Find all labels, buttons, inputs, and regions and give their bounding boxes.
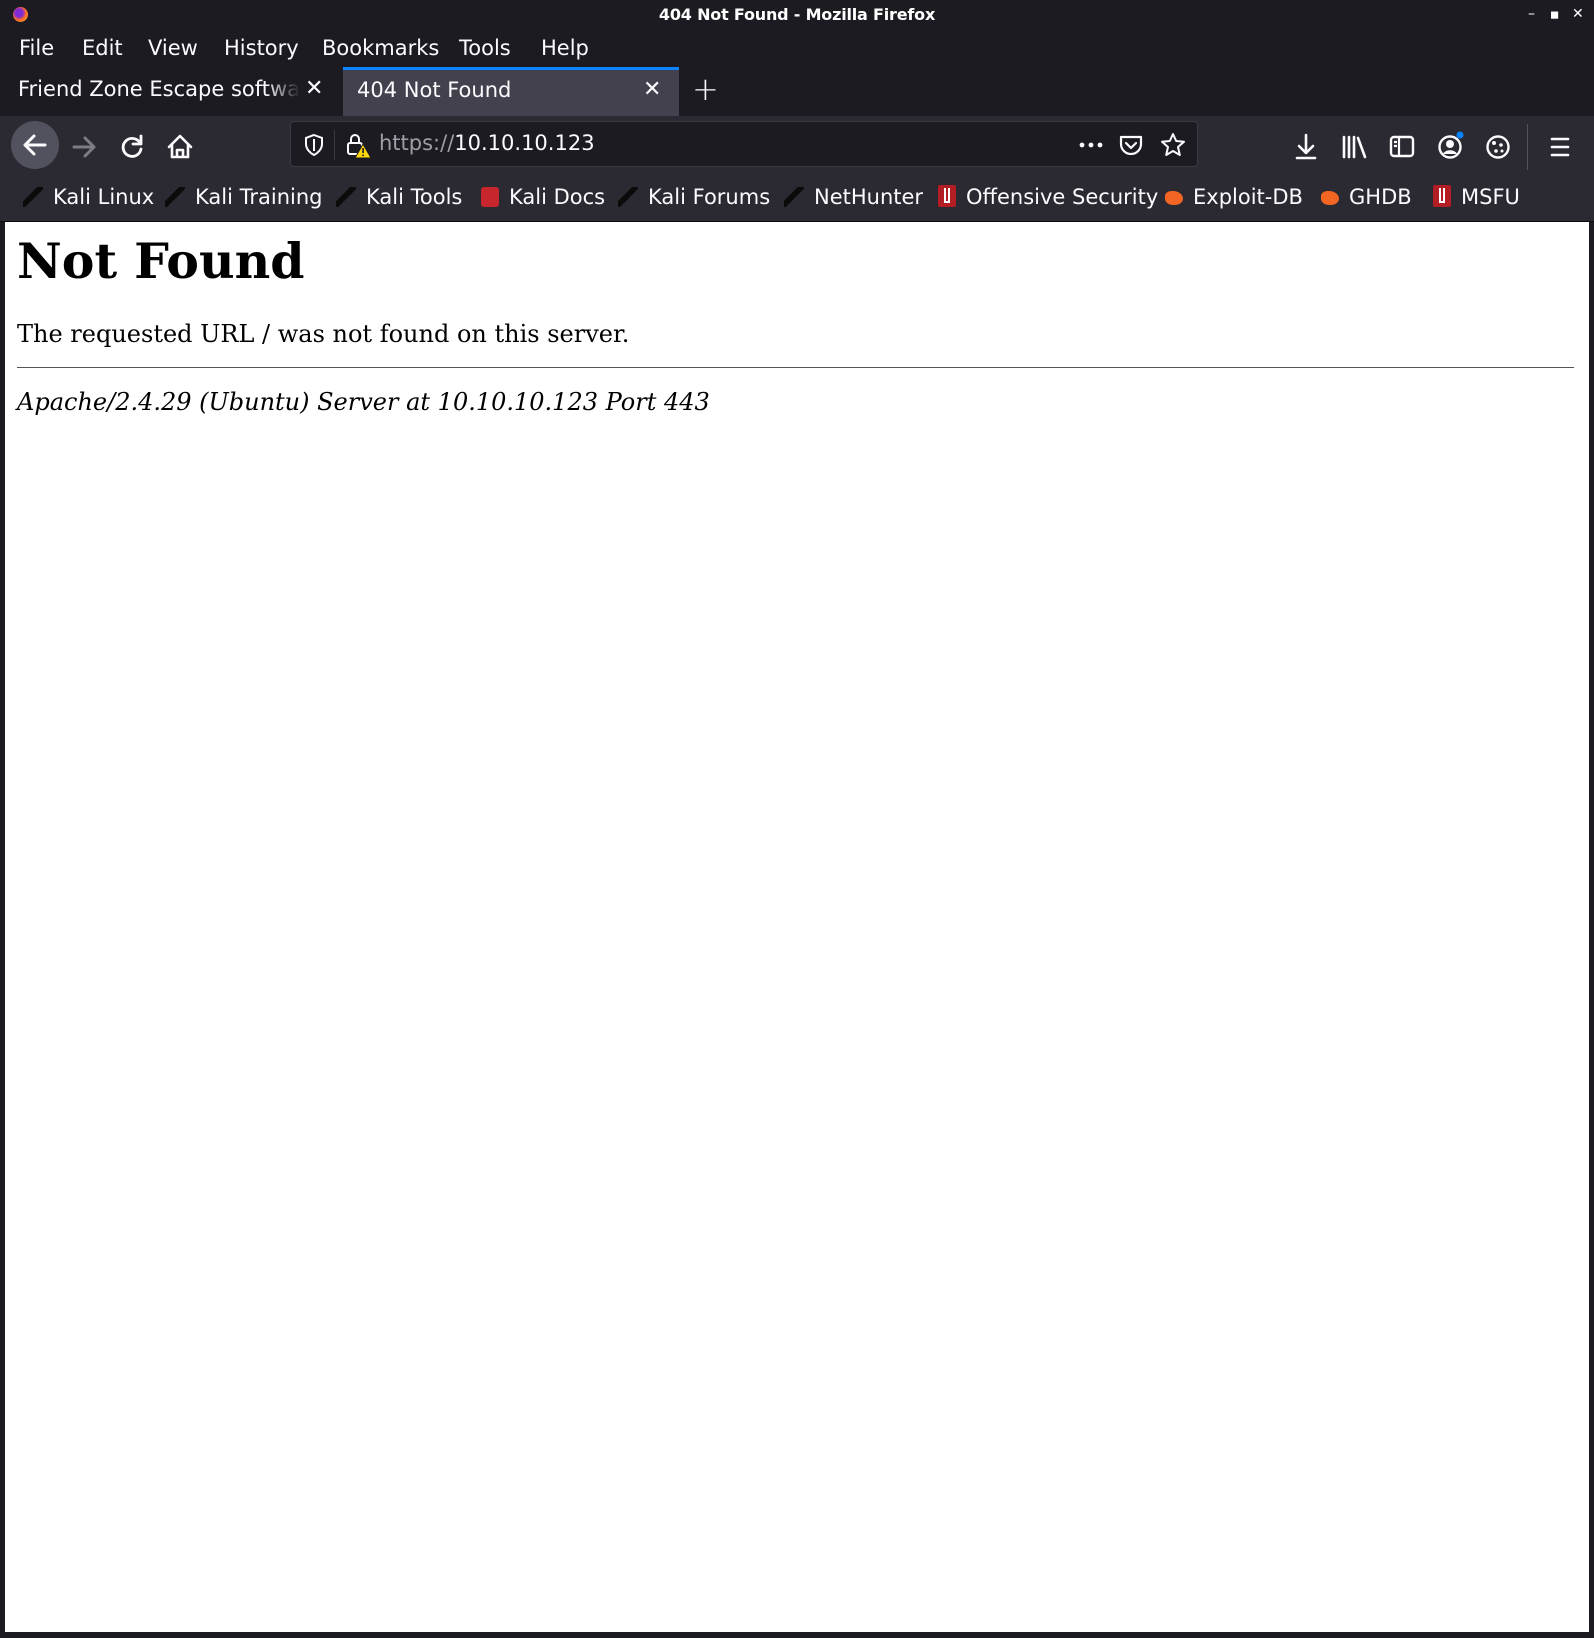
menu-edit[interactable]: Edit — [82, 36, 123, 60]
menu-tools[interactable]: Tools — [459, 36, 511, 60]
kali-dragon-icon — [784, 187, 804, 207]
error-message: The requested URL / was not found on thi… — [17, 320, 630, 348]
library-icon — [1342, 135, 1367, 159]
bookmark-label: Exploit-DB — [1193, 185, 1303, 209]
download-icon — [1295, 133, 1317, 160]
bookmark-label: NetHunter — [814, 185, 924, 209]
kali-dragon-icon — [23, 187, 43, 207]
kali-docs-icon — [481, 187, 499, 207]
pocket-icon[interactable] — [1117, 131, 1145, 159]
hamburger-menu-icon — [1550, 137, 1570, 157]
forward-button[interactable] — [60, 116, 108, 178]
bookmarks-toolbar: Kali Linux Kali Training Kali Tools Kali… — [0, 178, 1594, 222]
bookmark-offensive-security[interactable]: Offensive Security — [938, 185, 1158, 209]
tab-friend-zone[interactable]: Friend Zone Escape software ✕ — [0, 67, 343, 116]
bookmark-label: Offensive Security — [966, 185, 1159, 209]
bookmark-ghdb[interactable]: GHDB — [1321, 185, 1412, 209]
page-content: Not Found The requested URL / was not fo… — [5, 222, 1589, 1632]
bookmark-label: Kali Linux — [53, 185, 155, 209]
bookmark-kali-tools[interactable]: Kali Tools — [336, 185, 462, 209]
bookmark-label: Kali Tools — [366, 185, 463, 209]
url-host: 10.10.10.123 — [454, 131, 595, 155]
menu-history[interactable]: History — [224, 36, 299, 60]
kali-dragon-icon — [336, 187, 356, 207]
tab-label: 404 Not Found — [357, 78, 512, 102]
reload-icon — [121, 134, 143, 158]
tab-strip: Friend Zone Escape software ✕ 404 Not Fo… — [0, 67, 1594, 116]
new-tab-plus-icon[interactable]: + — [692, 70, 719, 108]
url-protocol: https:// — [379, 131, 455, 155]
reload-button[interactable] — [108, 116, 156, 178]
menu-bookmarks[interactable]: Bookmarks — [322, 36, 439, 60]
bookmark-kali-linux[interactable]: Kali Linux — [23, 185, 154, 209]
forward-arrow-icon — [72, 136, 96, 158]
menu-view[interactable]: View — [148, 36, 198, 60]
tab-close-icon[interactable]: ✕ — [305, 76, 323, 101]
kali-dragon-icon — [165, 187, 185, 207]
tab-label: Friend Zone Escape software — [18, 77, 300, 101]
insecure-lock-warning-icon[interactable] — [344, 131, 372, 159]
cookie-extension-button[interactable] — [1474, 116, 1522, 178]
downloads-button[interactable] — [1282, 116, 1330, 178]
server-signature: Apache/2.4.29 (Ubuntu) Server at 10.10.1… — [17, 388, 710, 416]
window-border-right — [1589, 222, 1594, 1638]
menu-help[interactable]: Help — [541, 36, 589, 60]
bookmark-label: MSFU — [1461, 185, 1520, 209]
tab-close-icon[interactable]: ✕ — [643, 77, 661, 102]
kali-dragon-icon — [618, 187, 638, 207]
bookmark-nethunter[interactable]: NetHunter — [784, 185, 923, 209]
sidebar-button[interactable] — [1378, 116, 1426, 178]
offsec-icon — [1433, 185, 1451, 207]
bookmark-exploit-db[interactable]: Exploit-DB — [1165, 185, 1303, 209]
bookmark-kali-forums[interactable]: Kali Forums — [618, 185, 770, 209]
back-arrow-icon — [23, 134, 47, 156]
bookmark-kali-docs[interactable]: Kali Docs — [481, 185, 605, 209]
minimize-icon[interactable]: – — [1528, 4, 1535, 24]
bookmark-kali-training[interactable]: Kali Training — [165, 185, 322, 209]
library-button[interactable] — [1330, 116, 1378, 178]
toolbar-separator — [1527, 124, 1528, 170]
url-bar[interactable]: https://10.10.10.123 — [290, 121, 1198, 167]
bookmark-label: Kali Docs — [509, 185, 606, 209]
urlbar-separator — [334, 130, 335, 160]
bookmark-label: Kali Training — [195, 185, 323, 209]
close-window-icon[interactable]: ✕ — [1572, 4, 1584, 24]
account-button[interactable] — [1426, 116, 1474, 178]
bookmark-label: Kali Forums — [648, 185, 771, 209]
window-titlebar: 404 Not Found - Mozilla Firefox – ◼ ✕ — [0, 0, 1594, 29]
home-icon — [167, 134, 193, 159]
cookie-icon — [1486, 135, 1510, 159]
account-icon — [1438, 131, 1464, 159]
home-button[interactable] — [156, 116, 204, 178]
menu-file[interactable]: File — [19, 36, 54, 60]
offsec-icon — [938, 185, 956, 207]
back-button[interactable] — [11, 121, 59, 169]
exploit-db-icon — [1165, 191, 1183, 205]
divider — [17, 367, 1574, 368]
bookmark-star-icon[interactable] — [1159, 131, 1187, 159]
window-border-bottom — [0, 1632, 1594, 1638]
bookmark-msfu[interactable]: MSFU — [1433, 185, 1520, 209]
sidebar-icon — [1389, 135, 1415, 158]
tracking-protection-shield-icon[interactable] — [302, 132, 326, 158]
exploit-db-icon — [1321, 191, 1339, 205]
url-text[interactable]: https://10.10.10.123 — [379, 131, 595, 155]
page-heading: Not Found — [17, 232, 305, 290]
page-actions-ellipsis-icon[interactable] — [1076, 132, 1106, 158]
app-menu-button[interactable] — [1536, 116, 1584, 178]
window-title: 404 Not Found - Mozilla Firefox — [658, 5, 936, 24]
maximize-icon[interactable]: ◼ — [1550, 5, 1559, 25]
bookmark-label: GHDB — [1349, 185, 1412, 209]
menubar: File Edit View History Bookmarks Tools H… — [0, 29, 1594, 67]
tab-404-not-found[interactable]: 404 Not Found ✕ — [343, 67, 679, 116]
